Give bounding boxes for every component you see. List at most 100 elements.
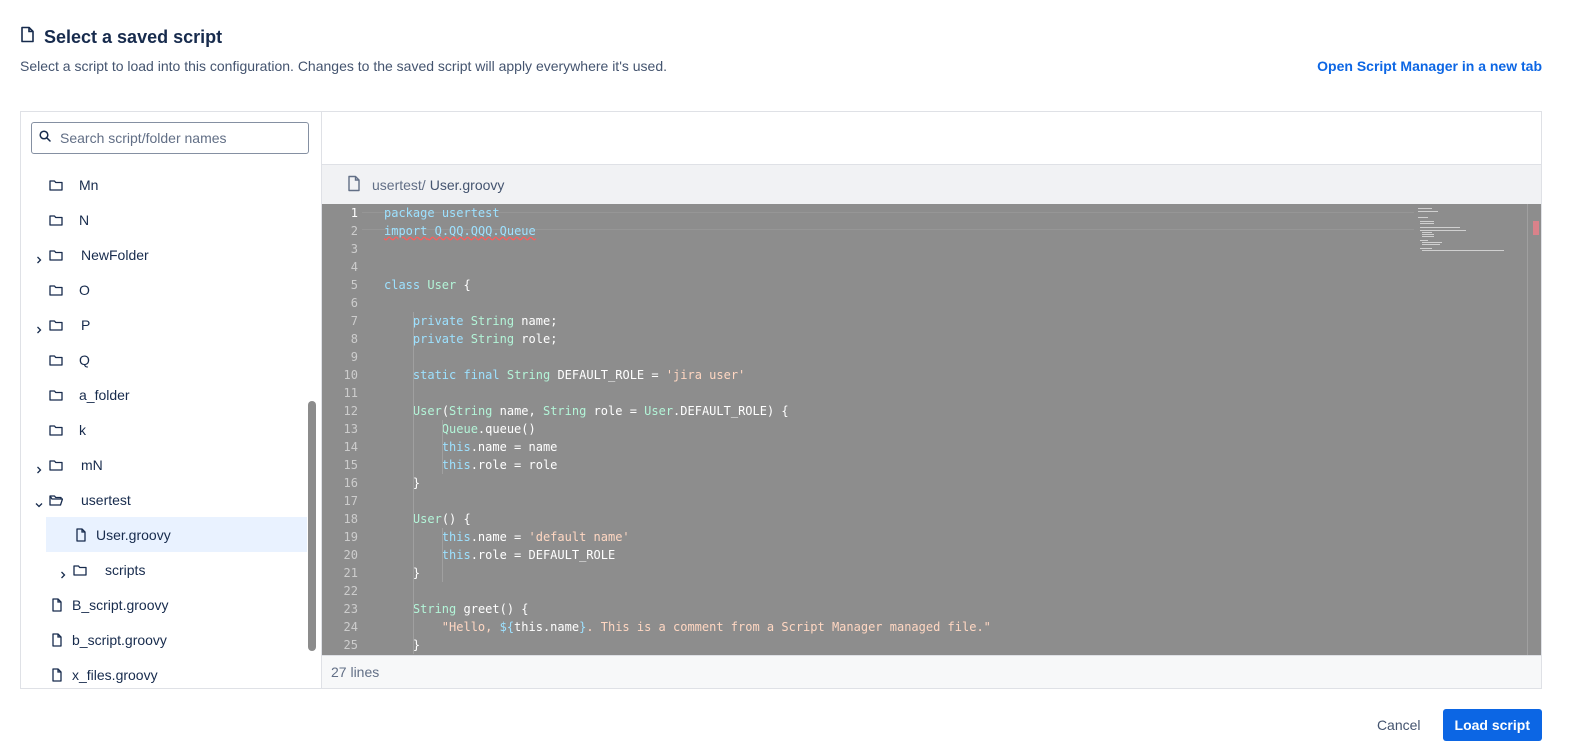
code-line: 20 this.role = DEFAULT_ROLE bbox=[322, 546, 1414, 564]
folder-icon bbox=[49, 283, 63, 297]
code-line: 22 bbox=[322, 582, 1414, 600]
code-line: 15 this.role = role bbox=[322, 456, 1414, 474]
code-line: 10 static final String DEFAULT_ROLE = 'j… bbox=[322, 366, 1414, 384]
tree-folder-item[interactable]: P bbox=[21, 307, 308, 342]
code-text: } bbox=[384, 566, 421, 580]
tree-file-item[interactable]: B_script.groovy bbox=[21, 587, 308, 622]
tree-folder-item[interactable]: scripts bbox=[21, 552, 308, 587]
line-number: 23 bbox=[343, 602, 358, 616]
chevron-right-icon[interactable] bbox=[35, 251, 43, 263]
chevron-right-icon[interactable] bbox=[35, 321, 43, 333]
tree-item-label: B_script.groovy bbox=[72, 596, 169, 613]
line-number: 14 bbox=[343, 440, 358, 454]
tree-item-label: O bbox=[79, 281, 90, 298]
code-line: 4 bbox=[322, 258, 1414, 276]
line-number: 7 bbox=[350, 314, 358, 328]
code-editor[interactable]: 1 package usertest 2 import Q.QQ.QQQ.Queue 3… bbox=[322, 204, 1541, 655]
line-number: 20 bbox=[343, 548, 358, 562]
title-row: Select a saved script bbox=[20, 26, 1542, 48]
search-field[interactable] bbox=[31, 122, 309, 154]
load-script-button[interactable]: Load script bbox=[1442, 709, 1542, 741]
tree-folder-item[interactable]: NewFolder bbox=[21, 237, 308, 272]
code-line: 16 } bbox=[322, 474, 1414, 492]
tree-item-label: Mn bbox=[79, 176, 99, 193]
code-text: Queue.queue() bbox=[441, 422, 536, 436]
preview-panel: usertest/ User.groovy 1 package usertest… bbox=[322, 112, 1541, 688]
code-line: 2 import Q.QQ.QQQ.Queue bbox=[322, 222, 1414, 240]
code-text: } bbox=[384, 638, 421, 652]
line-number: 25 bbox=[343, 638, 358, 652]
tree-item-label: NewFolder bbox=[81, 246, 149, 263]
file-name: User.groovy bbox=[429, 176, 505, 193]
tree-file-item[interactable]: User.groovy bbox=[46, 517, 307, 552]
code-text: } bbox=[384, 476, 421, 490]
tree-folder-item[interactable]: N bbox=[21, 202, 308, 237]
cancel-button[interactable]: Cancel bbox=[1365, 709, 1433, 741]
code-line: 17 bbox=[322, 492, 1414, 510]
tree-folder-item[interactable]: O bbox=[21, 272, 308, 307]
chevron-right-icon[interactable] bbox=[59, 566, 67, 578]
folder-icon bbox=[49, 423, 63, 437]
tree-item-label: k bbox=[79, 421, 86, 438]
file-tree: Mn N NewFolder O P Qa_folderk mN usertest User.g… bbox=[21, 167, 308, 688]
line-number: 15 bbox=[343, 458, 358, 472]
folder-open-icon bbox=[49, 493, 64, 507]
code-text: private String role; bbox=[412, 332, 558, 346]
code-line: 12 User(String name, String role = User.… bbox=[322, 402, 1414, 420]
code-line: 25 } bbox=[322, 636, 1414, 654]
line-number: 13 bbox=[343, 422, 358, 436]
indent-guide bbox=[442, 528, 443, 582]
tree-file-item[interactable]: x_files.groovy bbox=[21, 657, 308, 688]
line-number: 6 bbox=[350, 296, 358, 310]
code-line: 7 private String name; bbox=[322, 312, 1414, 330]
line-number: 2 bbox=[350, 224, 358, 238]
tree-folder-item[interactable]: usertest bbox=[21, 482, 308, 517]
dialog-subtitle: Select a script to load into this config… bbox=[20, 58, 668, 74]
tree-file-item[interactable]: b_script.groovy bbox=[21, 622, 308, 657]
file-path-bar: usertest/ User.groovy bbox=[322, 165, 1541, 204]
folder-icon bbox=[49, 353, 63, 367]
line-number: 8 bbox=[350, 332, 358, 346]
line-number: 11 bbox=[343, 386, 358, 400]
line-number: 3 bbox=[350, 242, 358, 256]
open-script-manager-link[interactable]: Open Script Manager in a new tab bbox=[1317, 58, 1542, 74]
code-line: 18 User() { bbox=[322, 510, 1414, 528]
code-line: 23 String greet() { bbox=[322, 600, 1414, 618]
tree-folder-item[interactable]: mN bbox=[21, 447, 308, 482]
code-text: User() { bbox=[412, 512, 471, 526]
line-number: 22 bbox=[343, 584, 358, 598]
tree-item-label: b_script.groovy bbox=[72, 631, 167, 648]
chevron-right-icon[interactable] bbox=[35, 461, 43, 473]
tree-item-label: N bbox=[79, 211, 90, 228]
tree-folder-item[interactable]: Mn bbox=[21, 167, 308, 202]
code-text: User(String name, String role = User.DEF… bbox=[412, 404, 789, 418]
code-text: private String name; bbox=[412, 314, 558, 328]
indent-guide bbox=[442, 420, 443, 474]
code-text: class User { bbox=[384, 278, 471, 292]
chevron-down-icon[interactable] bbox=[35, 496, 43, 507]
minimap[interactable] bbox=[1414, 204, 1526, 655]
code-line: 5 class User { bbox=[322, 276, 1414, 294]
folder-icon bbox=[73, 563, 87, 577]
indent-guide bbox=[413, 312, 414, 654]
tree-scrollbar[interactable] bbox=[308, 401, 316, 651]
tree-item-label: Q bbox=[79, 351, 90, 368]
line-number: 18 bbox=[343, 512, 358, 526]
file-icon bbox=[20, 26, 35, 48]
search-input[interactable] bbox=[60, 130, 295, 146]
tree-item-label: x_files.groovy bbox=[72, 666, 158, 683]
line-number: 10 bbox=[343, 368, 358, 382]
line-number: 17 bbox=[343, 494, 358, 508]
dialog-title: Select a saved script bbox=[44, 26, 223, 47]
code-line: 13 Queue.queue() bbox=[322, 420, 1414, 438]
code-text: String greet() { bbox=[412, 602, 529, 616]
tree-item-label: a_folder bbox=[79, 386, 130, 403]
tree-item-label: User.groovy bbox=[96, 526, 171, 543]
tree-folder-item[interactable]: k bbox=[21, 412, 308, 447]
tree-folder-item[interactable]: Q bbox=[21, 342, 308, 377]
file-icon bbox=[50, 632, 64, 647]
tree-folder-item[interactable]: a_folder bbox=[21, 377, 308, 412]
code-text: package usertest bbox=[384, 206, 500, 220]
folder-icon bbox=[49, 458, 63, 472]
tree-item-label: usertest bbox=[81, 491, 131, 508]
